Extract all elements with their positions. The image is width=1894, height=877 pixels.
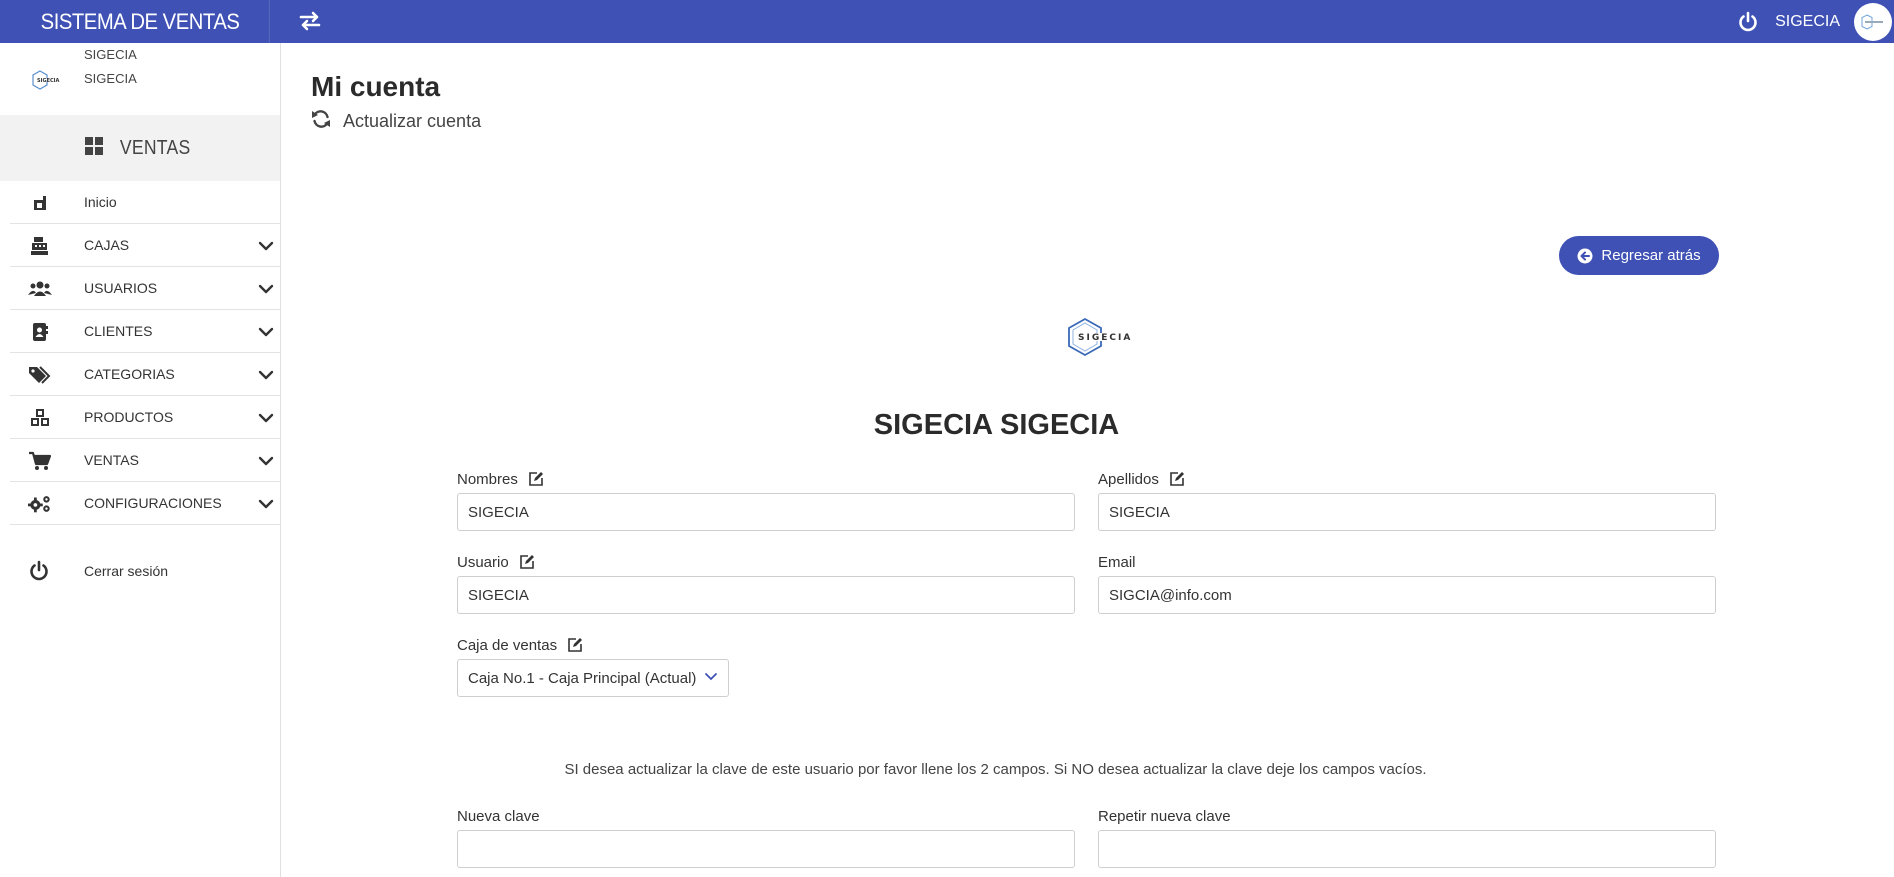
- caja-field: Caja de ventas Caja No.1 - Caja Principa…: [457, 635, 1075, 697]
- profile-lastname: SIGECIA: [84, 71, 137, 86]
- usuario-label: Usuario: [457, 553, 509, 571]
- sidebar-item-inicio[interactable]: Inicio: [10, 181, 280, 224]
- chevron-down-icon[interactable]: [258, 453, 274, 469]
- email-label: Email: [1098, 553, 1136, 571]
- sidebar-item-clientes[interactable]: CLIENTES: [10, 310, 280, 353]
- sidebar-item-productos[interactable]: PRODUCTOS: [10, 396, 280, 439]
- repetir-clave-field: Repetir nueva clave: [1098, 806, 1716, 868]
- toggle-sidebar-icon[interactable]: [297, 8, 323, 34]
- home-icon: [28, 192, 52, 214]
- back-button-label: Regresar atrás: [1601, 247, 1701, 264]
- chevron-down-icon: [704, 669, 718, 687]
- svg-text:SIGECIA: SIGECIA: [37, 78, 60, 84]
- sidebar-item-label: CONFIGURACIONES: [84, 495, 222, 511]
- edit-icon[interactable]: [528, 471, 544, 487]
- usuario-field: Usuario: [457, 552, 1075, 614]
- svg-text:SIGECIA: SIGECIA: [1078, 333, 1132, 343]
- refresh-account-button[interactable]: Actualizar cuenta: [311, 109, 481, 134]
- refresh-icon: [311, 109, 331, 134]
- cash-register-icon: [28, 235, 52, 257]
- user-full-name-text: SIGECIA SIGECIA: [873, 409, 1120, 441]
- email-field: Email: [1098, 552, 1716, 614]
- arrow-circle-left-icon: [1577, 248, 1593, 264]
- address-book-icon: [28, 321, 52, 343]
- apellidos-label: Apellidos: [1098, 470, 1159, 488]
- user-full-name: SIGECIA SIGECIA: [281, 409, 1894, 442]
- top-bar: SISTEMA DE VENTAS SIGECIA: [0, 0, 1894, 43]
- power-icon: [28, 560, 52, 582]
- profile-name: SIGECIA: [84, 47, 137, 62]
- apellidos-label-row: Apellidos: [1098, 469, 1716, 489]
- caja-label-row: Caja de ventas: [457, 635, 1075, 655]
- password-notice-text: SI desea actualizar la clave de este usu…: [564, 761, 1427, 778]
- sidebar-item-label: VENTAS: [84, 452, 139, 468]
- nombres-label: Nombres: [457, 470, 518, 488]
- grid-icon: [84, 136, 103, 160]
- back-button[interactable]: Regresar atrás: [1559, 236, 1719, 275]
- repetir-clave-label: Repetir nueva clave: [1098, 807, 1231, 825]
- edit-icon[interactable]: [519, 554, 535, 570]
- section-label: VENTAS: [119, 136, 191, 159]
- apellidos-field: Apellidos: [1098, 469, 1716, 531]
- top-user-area: SIGECIA: [1737, 0, 1894, 43]
- caja-selected-value: Caja No.1 - Caja Principal (Actual): [468, 669, 697, 687]
- gears-icon: [28, 493, 52, 515]
- chevron-down-icon[interactable]: [258, 281, 274, 297]
- app-title: SISTEMA DE VENTAS: [11, 0, 270, 43]
- sidebar-item-ventas[interactable]: VENTAS: [10, 439, 280, 482]
- nueva-clave-label: Nueva clave: [457, 807, 540, 825]
- sigecia-logo-icon: SIGECIA: [32, 68, 70, 92]
- apellidos-input[interactable]: [1098, 493, 1716, 531]
- section-header-ventas: VENTAS: [0, 115, 280, 181]
- chevron-down-icon[interactable]: [258, 496, 274, 512]
- nombres-label-row: Nombres: [457, 469, 1075, 489]
- nueva-clave-field: Nueva clave: [457, 806, 1075, 868]
- nueva-clave-input[interactable]: [457, 830, 1075, 868]
- repetir-clave-input[interactable]: [1098, 830, 1716, 868]
- caja-label: Caja de ventas: [457, 636, 558, 654]
- logout-label: Cerrar sesión: [84, 563, 169, 579]
- password-notice: SI desea actualizar la clave de este usu…: [281, 761, 1894, 778]
- sidebar-item-cajas[interactable]: CAJAS: [10, 224, 280, 267]
- sidebar-item-usuarios[interactable]: USUARIOS: [10, 267, 280, 310]
- tags-icon: [28, 364, 52, 386]
- usuario-input[interactable]: [457, 576, 1075, 614]
- sidebar-item-label: Inicio: [84, 194, 117, 210]
- email-input[interactable]: [1098, 576, 1716, 614]
- sidebar-item-label: CATEGORIAS: [84, 366, 175, 382]
- sidebar: SIGECIA SIGECIA SIGECIA VENTAS Inicio CA…: [0, 43, 281, 877]
- power-icon[interactable]: [1737, 11, 1759, 33]
- edit-icon[interactable]: [567, 637, 583, 653]
- logout-button[interactable]: Cerrar sesión: [10, 551, 280, 591]
- nombres-field: Nombres: [457, 469, 1075, 531]
- caja-select[interactable]: Caja No.1 - Caja Principal (Actual): [457, 659, 729, 697]
- chevron-down-icon[interactable]: [258, 410, 274, 426]
- nombres-input[interactable]: [457, 493, 1075, 531]
- chevron-down-icon[interactable]: [258, 238, 274, 254]
- users-icon: [28, 278, 52, 300]
- sidebar-item-label: CAJAS: [84, 237, 130, 253]
- avatar[interactable]: [1854, 2, 1892, 41]
- sidebar-profile: SIGECIA SIGECIA SIGECIA: [0, 43, 280, 115]
- sidebar-item-label: CLIENTES: [84, 323, 153, 339]
- sidebar-menu: Inicio CAJAS USUARIOS CLIENTES CATEGORIA…: [0, 181, 280, 525]
- chevron-down-icon[interactable]: [258, 324, 274, 340]
- cubes-icon: [28, 407, 52, 429]
- edit-icon[interactable]: [1169, 471, 1185, 487]
- sidebar-item-configuraciones[interactable]: CONFIGURACIONES: [10, 482, 280, 525]
- email-label-row: Email: [1098, 552, 1716, 572]
- cart-icon: [28, 450, 52, 472]
- sigecia-logo-icon: SIGECIA: [1068, 317, 1148, 357]
- chevron-down-icon[interactable]: [258, 367, 274, 383]
- refresh-label: Actualizar cuenta: [343, 111, 482, 131]
- top-username: SIGECIA: [1775, 12, 1840, 30]
- sidebar-item-label: USUARIOS: [84, 280, 158, 296]
- usuario-label-row: Usuario: [457, 552, 1075, 572]
- page-title: Mi cuenta: [311, 71, 441, 102]
- sidebar-item-categorias[interactable]: CATEGORIAS: [10, 353, 280, 396]
- sidebar-item-label: PRODUCTOS: [84, 409, 174, 425]
- main-content: Mi cuenta Actualizar cuenta Regresar atr…: [281, 43, 1894, 877]
